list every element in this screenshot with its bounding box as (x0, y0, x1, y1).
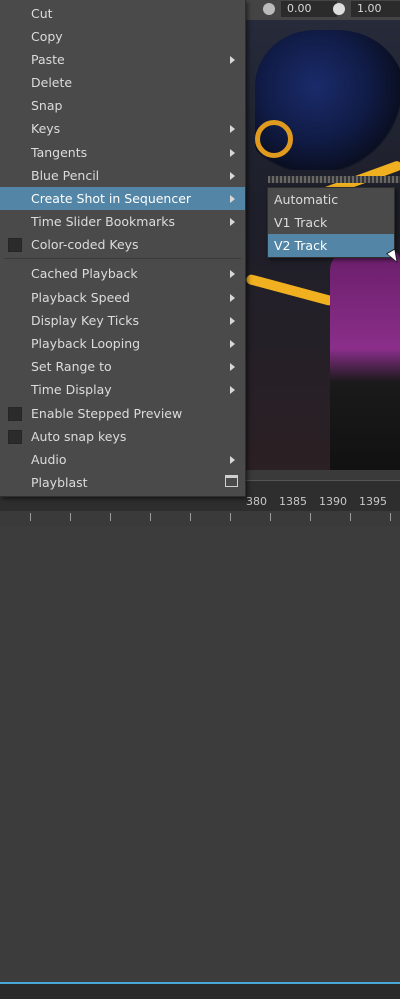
frame-label: 1395 (359, 495, 387, 508)
tick (230, 513, 231, 521)
menu-item-label: Time Slider Bookmarks (31, 214, 176, 229)
menu-item-paste[interactable]: Paste (0, 48, 245, 71)
tick (30, 513, 31, 521)
tick (150, 513, 151, 521)
submenu-arrow-icon (230, 270, 235, 278)
submenu-arrow-icon (230, 125, 235, 133)
tick (350, 513, 351, 521)
tick (390, 513, 391, 521)
menu-item-keys[interactable]: Keys (0, 117, 245, 140)
submenu-arrow-icon (230, 195, 235, 203)
submenu-arrow-icon (230, 149, 235, 157)
checkbox-icon[interactable] (8, 430, 22, 444)
tick (270, 513, 271, 521)
gamma-field[interactable]: 1.00 (351, 1, 400, 17)
menu-item-label: Paste (31, 52, 65, 67)
menu-item-auto-snap-keys[interactable]: Auto snap keys (0, 425, 245, 448)
menu-item-label: Tangents (31, 145, 88, 160)
submenu-item-label: Automatic (274, 192, 339, 207)
glow-ring (255, 120, 293, 158)
tick (110, 513, 111, 521)
menu-item-label: Auto snap keys (31, 429, 127, 444)
create-shot-submenu: Automatic V1 Track V2 Track (267, 187, 395, 258)
menu-item-audio[interactable]: Audio (0, 448, 245, 471)
menu-item-label: Set Range to (31, 359, 112, 374)
submenu-arrow-icon (230, 317, 235, 325)
menu-item-cached-playback[interactable]: Cached Playback (0, 262, 245, 285)
submenu-arrow-icon (230, 456, 235, 464)
submenu-arrow-icon (230, 294, 235, 302)
menu-item-label: Audio (31, 452, 67, 467)
submenu-arrow-icon (230, 363, 235, 371)
menu-item-label: Playback Speed (31, 290, 130, 305)
checkbox-icon[interactable] (8, 238, 22, 252)
character-figure (330, 250, 400, 470)
menu-item-delete[interactable]: Delete (0, 71, 245, 94)
menu-item-cut[interactable]: Cut (0, 2, 245, 25)
menu-item-label: Enable Stepped Preview (31, 406, 183, 421)
frame-label: 380 (246, 495, 267, 508)
menu-item-create-shot-in-sequencer[interactable]: Create Shot in Sequencer (0, 187, 245, 210)
submenu-item-label: V1 Track (274, 215, 328, 230)
menu-item-label: Cached Playback (31, 266, 138, 281)
option-box-icon[interactable] (225, 475, 238, 487)
menu-item-color-coded-keys[interactable]: Color-coded Keys (0, 233, 245, 256)
menu-item-enable-stepped-preview[interactable]: Enable Stepped Preview (0, 402, 245, 425)
menu-item-label: Color-coded Keys (31, 237, 139, 252)
menu-item-label: Blue Pencil (31, 168, 100, 183)
menu-item-label: Keys (31, 121, 61, 136)
checkbox-icon[interactable] (8, 407, 22, 421)
menu-item-label: Copy (31, 29, 63, 44)
gamma-icon[interactable] (333, 3, 345, 15)
submenu-arrow-icon (230, 386, 235, 394)
exposure-icon[interactable] (263, 3, 275, 15)
menu-item-playback-looping[interactable]: Playback Looping (0, 332, 245, 355)
tick (70, 513, 71, 521)
menu-item-set-range-to[interactable]: Set Range to (0, 355, 245, 378)
submenu-arrow-icon (230, 172, 235, 180)
tick (190, 513, 191, 521)
frame-label: 1390 (319, 495, 347, 508)
menu-item-snap[interactable]: Snap (0, 94, 245, 117)
submenu-item-label: V2 Track (274, 238, 328, 253)
context-menu: Cut Copy Paste Delete Snap Keys Tangents… (0, 0, 246, 497)
submenu-arrow-icon (230, 56, 235, 64)
menu-separator (4, 258, 241, 259)
menu-item-label: Playblast (31, 475, 88, 490)
menu-item-label: Time Display (31, 382, 112, 397)
menu-item-time-display[interactable]: Time Display (0, 378, 245, 401)
menu-item-display-key-ticks[interactable]: Display Key Ticks (0, 309, 245, 332)
range-slider[interactable] (0, 982, 400, 999)
menu-item-label: Delete (31, 75, 73, 90)
submenu-item-v1-track[interactable]: V1 Track (268, 211, 394, 234)
menu-item-label: Snap (31, 98, 63, 113)
submenu-arrow-icon (230, 340, 235, 348)
menu-item-label: Playback Looping (31, 336, 141, 351)
menu-item-blue-pencil[interactable]: Blue Pencil (0, 164, 245, 187)
menu-item-label: Cut (31, 6, 53, 21)
submenu-item-v2-track[interactable]: V2 Track (268, 234, 394, 257)
menu-item-tangents[interactable]: Tangents (0, 141, 245, 164)
menu-item-playback-speed[interactable]: Playback Speed (0, 286, 245, 309)
panel-divider[interactable] (268, 176, 400, 183)
submenu-item-automatic[interactable]: Automatic (268, 188, 394, 211)
exposure-field[interactable]: 0.00 (281, 1, 337, 17)
menu-item-copy[interactable]: Copy (0, 25, 245, 48)
submenu-arrow-icon (230, 218, 235, 226)
viewport-toolbar: 0.00 1.00 (245, 0, 400, 21)
menu-item-label: Create Shot in Sequencer (31, 191, 192, 206)
frame-label: 1385 (279, 495, 307, 508)
menu-item-playblast[interactable]: Playblast (0, 471, 245, 494)
menu-item-label: Display Key Ticks (31, 313, 140, 328)
ribbon-effect (245, 273, 335, 307)
tick (310, 513, 311, 521)
menu-item-time-slider-bookmarks[interactable]: Time Slider Bookmarks (0, 210, 245, 233)
